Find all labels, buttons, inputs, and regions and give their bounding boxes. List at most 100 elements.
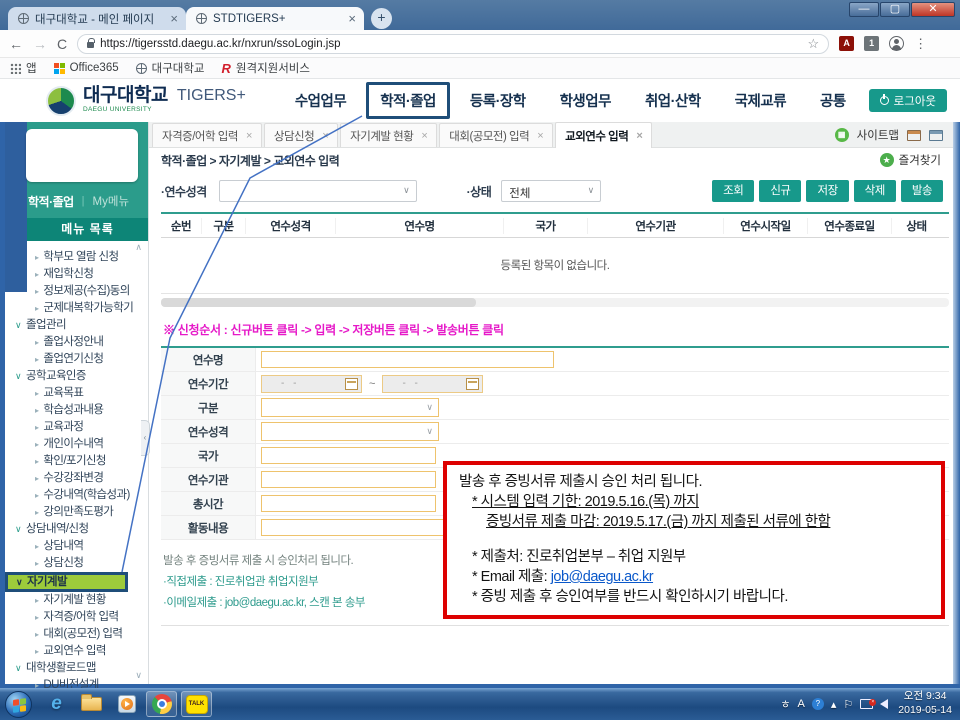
logout-button[interactable]: 로그아웃: [869, 89, 947, 112]
sidebar-menu-item[interactable]: ▸군제대복학가능학기: [5, 300, 148, 317]
email-link[interactable]: job@daegu.ac.kr: [551, 569, 653, 585]
action-button[interactable]: 삭제: [854, 180, 896, 202]
korean-ime-icon[interactable]: ㅎ: [780, 696, 790, 712]
workspace-tab[interactable]: 자기계발 현황×: [340, 123, 437, 147]
sidebar-menu-item[interactable]: ▸학습성과내용: [5, 402, 148, 419]
sidebar-menu-item[interactable]: ▸졸업사정안내: [5, 334, 148, 351]
sidebar-menu-item[interactable]: ∨상담내역/신청: [5, 521, 148, 538]
scroll-down-icon[interactable]: ∨: [135, 670, 142, 681]
bookmark-star-icon[interactable]: ☆: [807, 36, 819, 52]
action-flag-icon[interactable]: ⚐: [843, 698, 853, 711]
tab-close-icon[interactable]: ×: [421, 130, 427, 142]
sidebar-menu-item[interactable]: ▸확인/포기신청: [5, 453, 148, 470]
main-nav-item[interactable]: 학생업무: [543, 82, 628, 119]
sidebar-menu-item[interactable]: ▸수강내역(학습성과): [5, 487, 148, 504]
tab-close-icon[interactable]: ×: [322, 130, 328, 142]
file-explorer-icon[interactable]: [76, 691, 107, 717]
sidebar-menu-item[interactable]: ▸자기계발 현황: [5, 592, 148, 609]
sidebar-tab-active[interactable]: 학적·졸업: [28, 193, 74, 210]
text-input[interactable]: [261, 351, 554, 368]
sidebar-menu-item[interactable]: ▸교육과정: [5, 419, 148, 436]
extension-icon[interactable]: 1: [864, 36, 879, 51]
ime-mode-a-icon[interactable]: A: [798, 698, 805, 710]
close-all-windows-icon[interactable]: [929, 130, 943, 141]
main-nav-item[interactable]: 공통: [803, 82, 863, 119]
maximize-button[interactable]: ▢: [880, 2, 910, 17]
sidebar-menu-item[interactable]: ▸강의만족도평가: [5, 504, 148, 521]
text-input[interactable]: [261, 471, 436, 488]
date-input[interactable]: - -: [261, 375, 362, 393]
workspace-tab[interactable]: 대회(공모전) 입력×: [439, 123, 553, 147]
university-logo[interactable]: 대구대학교 DAEGU UNIVERSITY TIGERS+: [46, 86, 246, 116]
sidebar-menu-item[interactable]: ▸졸업연기신청: [5, 351, 148, 368]
media-player-icon[interactable]: [111, 691, 142, 717]
show-hidden-icons[interactable]: ▴: [831, 698, 837, 711]
sidebar-menu-item[interactable]: ▸자격증/어학 입력: [5, 609, 148, 626]
scrollbar-thumb[interactable]: [161, 298, 476, 307]
new-tab-button[interactable]: +: [371, 8, 392, 29]
sitemap-label[interactable]: 사이트맵: [857, 127, 899, 143]
calendar-icon[interactable]: [345, 378, 358, 390]
text-input[interactable]: [261, 495, 436, 512]
tab-close-icon[interactable]: ×: [537, 130, 543, 142]
sidebar-tab-mymenu[interactable]: My메뉴: [93, 193, 130, 209]
profile-avatar-icon[interactable]: [889, 36, 904, 51]
action-button[interactable]: 신규: [759, 180, 801, 202]
sidebar-menu-item[interactable]: ▸교육목표: [5, 385, 148, 402]
form-select[interactable]: ∨: [261, 398, 439, 417]
horizontal-scrollbar[interactable]: [161, 298, 949, 307]
close-button[interactable]: ✕: [911, 2, 955, 17]
main-nav-item[interactable]: 국제교류: [718, 82, 803, 119]
main-nav-item[interactable]: 학적·졸업: [366, 82, 450, 119]
calendar-icon[interactable]: [466, 378, 479, 390]
open-new-window-icon[interactable]: [907, 130, 921, 141]
sidebar-menu-item[interactable]: ▸상담신청: [5, 555, 148, 572]
sidebar-menu-item[interactable]: ▸대회(공모전) 입력: [5, 626, 148, 643]
browser-menu-icon[interactable]: ⋮: [914, 36, 927, 52]
main-nav-item[interactable]: 취업·산학: [628, 82, 718, 119]
back-icon[interactable]: ←: [9, 36, 23, 52]
sidebar-menu-item[interactable]: ▸교외연수 입력: [5, 643, 148, 660]
date-input[interactable]: - -: [382, 375, 483, 393]
bookmark-item[interactable]: R원격지원서비스: [222, 60, 310, 76]
browser-tab[interactable]: 대구대학교 - 메인 페이지 ×: [8, 7, 186, 30]
training-nature-select[interactable]: ∨: [219, 180, 417, 202]
sidebar-menu-item[interactable]: ▸상담내역: [5, 538, 148, 555]
refresh-icon[interactable]: C: [57, 36, 67, 52]
workspace-tab[interactable]: 교외연수 입력×: [555, 122, 652, 148]
sidebar-menu-item[interactable]: ∨대학생활로드맵: [5, 660, 148, 677]
forward-icon[interactable]: →: [33, 36, 47, 52]
workspace-tab[interactable]: 상담신청×: [264, 123, 338, 147]
tab-close-icon[interactable]: ×: [636, 130, 642, 142]
taskbar-clock[interactable]: 오전 9:34 2019-05-14: [898, 690, 952, 717]
main-nav-item[interactable]: 등록·장학: [453, 82, 543, 119]
internet-explorer-icon[interactable]: e: [41, 691, 72, 717]
add-favorite[interactable]: ★ 즐겨찾기: [880, 152, 941, 168]
bookmark-item[interactable]: Office365: [54, 62, 119, 74]
address-bar[interactable]: https://tigersstd.daegu.ac.kr/nxrun/ssoL…: [77, 34, 829, 54]
sidebar-menu-item[interactable]: ▸수강강좌변경: [5, 470, 148, 487]
url-text[interactable]: https://tigersstd.daegu.ac.kr/nxrun/ssoL…: [100, 38, 801, 50]
action-button[interactable]: 발송: [901, 180, 943, 202]
volume-muted-icon[interactable]: ×: [880, 699, 888, 709]
action-button[interactable]: 조회: [712, 180, 754, 202]
workspace-tab[interactable]: 자격증/어학 입력×: [152, 123, 262, 147]
sidebar-menu-item[interactable]: ▸개인이수내역: [5, 436, 148, 453]
help-icon[interactable]: ?: [812, 698, 824, 710]
main-nav-item[interactable]: 수업업무: [278, 82, 363, 119]
form-select[interactable]: ∨: [261, 422, 439, 441]
sidebar-menu-item[interactable]: ∨졸업관리: [5, 317, 148, 334]
bookmark-item[interactable]: 대구대학교: [136, 60, 205, 76]
pdf-extension-icon[interactable]: A: [839, 36, 854, 51]
kakaotalk-icon[interactable]: TALK: [181, 691, 212, 717]
tab-close-icon[interactable]: ×: [246, 130, 252, 142]
bookmark-item[interactable]: 앱: [10, 60, 37, 76]
browser-tab-active[interactable]: STDTIGERS+ ×: [186, 7, 364, 30]
minimize-button[interactable]: —: [849, 2, 879, 17]
text-input[interactable]: [261, 447, 436, 464]
tab-close-icon[interactable]: ×: [170, 11, 178, 26]
action-button[interactable]: 저장: [806, 180, 848, 202]
tab-close-icon[interactable]: ×: [348, 11, 356, 26]
sidebar-menu-item[interactable]: ∨자기계발: [5, 572, 128, 592]
windows-start-button[interactable]: [5, 691, 32, 718]
